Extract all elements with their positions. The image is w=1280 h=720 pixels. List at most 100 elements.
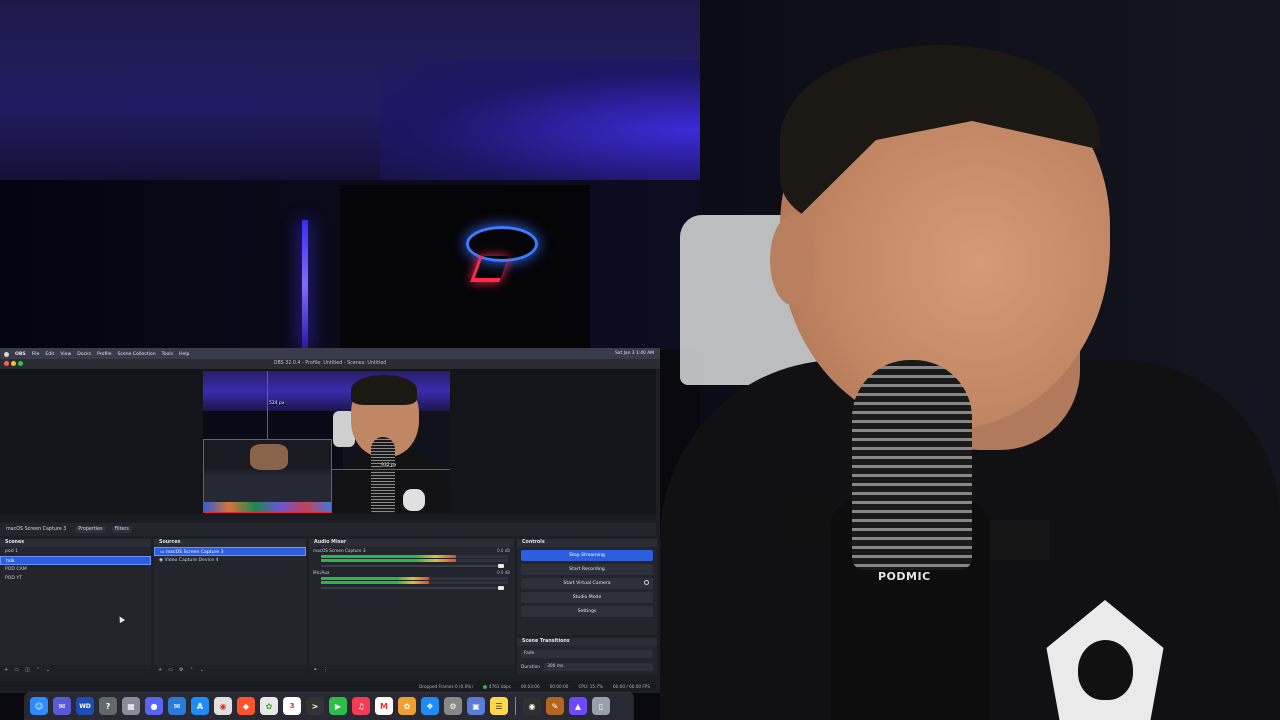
selected-screen-capture-source[interactable]	[203, 439, 332, 513]
menu-help[interactable]: Help	[179, 352, 189, 357]
add-source-icon[interactable]: +	[158, 667, 162, 673]
source-item[interactable]: ◉ Video Capture Device 4	[154, 556, 306, 565]
properties-button[interactable]: Properties	[75, 526, 106, 533]
trash-icon[interactable]: ▯	[592, 697, 610, 715]
controls-dock: Controls Stop Streaming Start Recording …	[517, 539, 657, 635]
volume-slider[interactable]	[321, 586, 504, 590]
move-down-icon[interactable]: ⌄	[200, 667, 204, 673]
brush-icon[interactable]: ✎	[546, 697, 564, 715]
mixer-menu-icon[interactable]: ⋮	[323, 667, 328, 673]
person-ear	[770, 215, 815, 305]
source-item-selected[interactable]: ▭ macOS Screen Capture 3	[154, 547, 306, 556]
program-preview[interactable]: 524 px 932 px	[203, 371, 450, 513]
safari-icon[interactable]: ❖	[421, 697, 439, 715]
menu-app-name[interactable]: OBS	[15, 352, 26, 357]
preview-icon[interactable]: ▣	[467, 697, 485, 715]
photos2-icon[interactable]: ✿	[398, 697, 416, 715]
source-settings-icon[interactable]: ⚙	[179, 667, 183, 673]
duration-label: Duration	[521, 664, 541, 670]
launchpad-icon[interactable]: ▦	[122, 697, 140, 715]
audio-mixer-dock: Audio Mixer macOS Screen Capture 3 0.0 d…	[309, 539, 514, 674]
mixer-footer: ⚭ ⋮	[309, 665, 514, 674]
finder-icon[interactable]: ☺	[30, 697, 48, 715]
mixer-channel-name: Mic/Aux 0.0 dB	[309, 569, 514, 576]
photos-icon[interactable]: ✿	[260, 697, 278, 715]
scene-item[interactable]: POD YT	[0, 574, 151, 583]
settings-icon[interactable]: ⚙	[444, 697, 462, 715]
menu-edit[interactable]: Edit	[45, 352, 54, 357]
source-label: macOS Screen Capture 3	[165, 550, 224, 555]
help-icon[interactable]: ?	[99, 697, 117, 715]
distance-guide-vertical	[267, 371, 268, 439]
stop-streaming-button[interactable]: Stop Streaming	[521, 550, 653, 561]
remove-source-icon[interactable]: ▭	[168, 667, 173, 673]
gear-icon[interactable]	[644, 580, 649, 585]
minimize-window-icon[interactable]	[11, 361, 16, 366]
start-virtual-camera-button[interactable]: Start Virtual Camera	[521, 578, 653, 589]
menu-view[interactable]: View	[60, 352, 71, 357]
transition-select[interactable]: Fade	[521, 650, 653, 658]
volume-slider-knob[interactable]	[498, 564, 504, 568]
scene-transitions-dock: Scene Transitions Fade Duration 300 ms	[517, 638, 657, 674]
window-title: OBS 32.0.4 - Profile: Untitled - Scenes:…	[0, 359, 660, 369]
mailbox-icon[interactable]: ✉	[168, 697, 186, 715]
apple-icon[interactable]	[4, 351, 9, 357]
add-scene-icon[interactable]: +	[4, 667, 8, 673]
move-down-icon[interactable]: ⌄	[46, 667, 50, 673]
start-recording-button[interactable]: Start Recording	[521, 564, 653, 575]
menu-scene-collection[interactable]: Scene Collection	[117, 352, 155, 357]
meter-level	[321, 559, 456, 562]
remove-scene-icon[interactable]: ▭	[14, 667, 19, 673]
terminal-icon[interactable]: >	[306, 697, 324, 715]
filter-scene-icon[interactable]: ◫	[25, 667, 30, 673]
status-bar: Dropped Frames 0 (0.0%) 4761 kbps 00:03:…	[0, 681, 656, 691]
move-up-icon[interactable]: ⌃	[36, 667, 40, 673]
zoom-window-icon[interactable]	[18, 361, 23, 366]
volume-meter	[321, 577, 508, 580]
selected-source-label: macOS Screen Capture 3	[6, 527, 67, 532]
scene-item-selected[interactable]: talk	[0, 556, 151, 565]
macos-dock: ☺ ✉ WD ? ▦ ● ✉ A ◉ ◆ ✿ 3 > ▶ ♫ M ✿ ❖ ⚙ ▣…	[24, 692, 634, 720]
volume-slider-knob[interactable]	[498, 586, 504, 590]
settings-button[interactable]: Settings	[521, 606, 653, 617]
stream-time: 00:03:06	[520, 683, 540, 689]
chrome-icon[interactable]: ◉	[214, 697, 232, 715]
menu-tools[interactable]: Tools	[162, 352, 173, 357]
room-doorway	[340, 185, 590, 350]
meter-level	[321, 577, 430, 580]
volume-slider[interactable]	[321, 564, 504, 568]
menu-profile[interactable]: Profile	[97, 352, 111, 357]
notes-icon[interactable]: ☰	[490, 697, 508, 715]
calendar-icon[interactable]: 3	[283, 697, 301, 715]
preview-microphone	[371, 437, 395, 513]
discord-icon[interactable]: ●	[145, 697, 163, 715]
move-up-icon[interactable]: ⌃	[189, 667, 193, 673]
sources-dock: Sources ▭ macOS Screen Capture 3 ◉ Video…	[154, 539, 306, 674]
gmail-icon[interactable]: M	[375, 697, 393, 715]
close-window-icon[interactable]	[4, 361, 9, 366]
sources-footer: + ▭ ⚙ ⌃ ⌄	[154, 665, 306, 674]
proton-icon[interactable]: ▲	[569, 697, 587, 715]
distance-guide-horizontal	[332, 469, 450, 470]
filters-button[interactable]: Filters	[111, 526, 132, 533]
appstore-icon[interactable]: A	[191, 697, 209, 715]
obs-icon[interactable]: ◉	[523, 697, 541, 715]
mixer-link-icon[interactable]: ⚭	[313, 667, 317, 673]
guide-label-top: 524 px	[269, 401, 285, 406]
music-icon[interactable]: ♫	[352, 697, 370, 715]
menu-docks[interactable]: Docks	[77, 352, 91, 357]
brave-icon[interactable]: ◆	[237, 697, 255, 715]
duration-input[interactable]: 300 ms	[544, 663, 653, 671]
scene-transitions-header: Scene Transitions	[517, 638, 657, 646]
wd-icon[interactable]: WD	[76, 697, 94, 715]
blue-light-bar	[302, 220, 308, 350]
controls-header: Controls	[517, 539, 657, 547]
menu-file[interactable]: File	[32, 352, 40, 357]
scene-item[interactable]: POD CAM	[0, 565, 151, 574]
mic-arm	[780, 500, 830, 550]
menubar-clock[interactable]: Sat Jan 3 1:40 AM	[615, 351, 654, 356]
scene-item[interactable]: pod 1	[0, 547, 151, 556]
mail-icon[interactable]: ✉	[53, 697, 71, 715]
facetime-icon[interactable]: ▶	[329, 697, 347, 715]
studio-mode-button[interactable]: Studio Mode	[521, 592, 653, 603]
